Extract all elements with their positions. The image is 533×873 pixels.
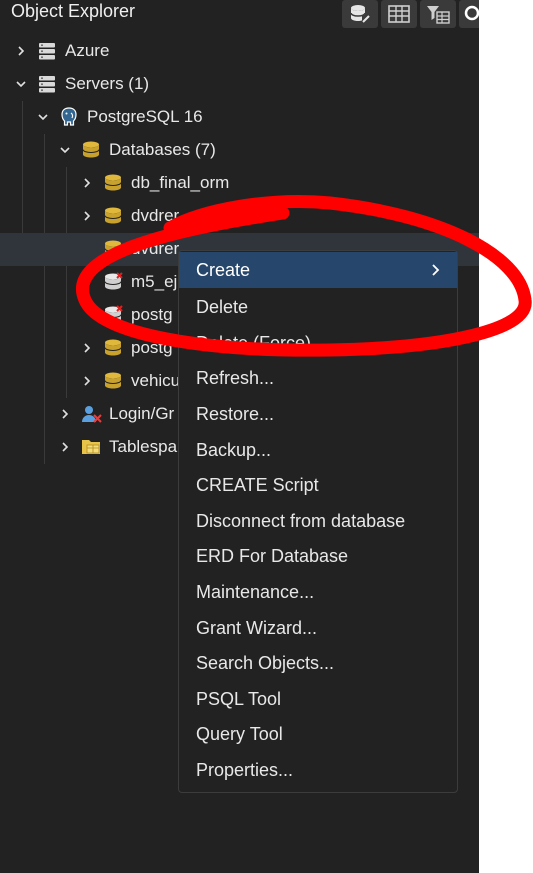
postgres-elephant-icon (59, 107, 79, 127)
menu-item-label: Query Tool (196, 724, 283, 744)
menu-item-query-tool[interactable]: Query Tool (179, 716, 457, 752)
database-icon (103, 371, 123, 391)
menu-item-grant-wizard[interactable]: Grant Wizard... (179, 610, 457, 646)
menu-item-label: ERD For Database (196, 546, 349, 566)
tree-node-label: Servers (1) (65, 74, 150, 93)
tablespaces-folder-icon (81, 437, 101, 457)
tree-node-label: Azure (65, 41, 110, 60)
login-group-roles-icon (81, 404, 102, 424)
database-disconnected-icon (103, 305, 123, 325)
menu-item-psql-tool[interactable]: PSQL Tool (179, 681, 457, 717)
search-icon (464, 5, 479, 21)
tree-node-databases[interactable]: Databases (7) (0, 134, 479, 167)
tree-node-label: PostgreSQL 16 (87, 107, 203, 126)
database-icon (103, 173, 123, 193)
menu-item-backup[interactable]: Backup... (179, 432, 457, 468)
database-icon (103, 206, 123, 226)
server-group-icon (37, 41, 57, 61)
chevron-down-icon[interactable] (38, 112, 48, 122)
menu-item-delete-force[interactable]: Delete (Force) (179, 325, 457, 361)
menu-item-label: Restore... (196, 404, 275, 424)
menu-item-disconnect[interactable]: Disconnect from database (179, 503, 457, 539)
chevron-right-icon[interactable] (82, 376, 92, 386)
menu-item-label: Delete (Force) (196, 333, 312, 353)
chevron-right-icon[interactable] (82, 343, 92, 353)
chevron-right-icon[interactable] (16, 46, 26, 56)
tree-node-label: vehicu (131, 371, 181, 390)
chevron-right-icon[interactable] (60, 442, 70, 452)
menu-item-label: Delete (196, 297, 249, 317)
chevron-down-icon[interactable] (60, 145, 70, 155)
menu-item-create[interactable]: Create (179, 252, 457, 288)
menu-item-label: Grant Wizard... (196, 618, 318, 638)
tree-node-postgresql-16[interactable]: PostgreSQL 16 (0, 101, 479, 134)
tree-node-label: Databases (7) (109, 140, 216, 159)
object-explorer-panel: Object Explorer Azure Servers (1) Postgr… (0, 0, 479, 873)
tree-node-label: m5_ej (131, 272, 178, 291)
panel-header: Object Explorer (0, 0, 479, 28)
menu-item-maintenance[interactable]: Maintenance... (179, 574, 457, 610)
chevron-down-icon[interactable] (16, 79, 26, 89)
menu-item-properties[interactable]: Properties... (179, 752, 457, 788)
database-icon (103, 338, 123, 358)
filtered-rows-button[interactable] (420, 0, 456, 28)
menu-item-label: PSQL Tool (196, 689, 282, 709)
tree-node-servers[interactable]: Servers (1) (0, 68, 479, 101)
chevron-right-icon[interactable] (60, 409, 70, 419)
tree-node-label: postg (131, 338, 173, 357)
database-stack-icon (350, 5, 370, 23)
tree-node-label: Login/Gr (109, 404, 175, 423)
menu-item-restore[interactable]: Restore... (179, 396, 457, 432)
chevron-right-icon[interactable] (82, 178, 92, 188)
menu-item-label: Maintenance... (196, 582, 315, 602)
filtered-rows-icon (427, 6, 450, 24)
tree-node-label: dvdrer (131, 239, 180, 258)
chevron-right-icon[interactable] (82, 277, 92, 287)
tree-node-azure[interactable]: Azure (0, 35, 479, 68)
database-disconnected-icon (103, 272, 123, 292)
view-data-button[interactable] (381, 0, 417, 28)
tree-node-label: dvdrer (131, 206, 180, 225)
context-menu: Create Delete Delete (Force) Refresh... … (178, 250, 458, 793)
menu-item-refresh[interactable]: Refresh... (179, 360, 457, 396)
databases-icon (81, 140, 101, 160)
query-tool-button[interactable] (342, 0, 378, 28)
table-grid-icon (388, 5, 410, 23)
search-button[interactable] (459, 0, 479, 28)
menu-item-label: Refresh... (196, 368, 275, 388)
database-icon (103, 239, 123, 259)
tree-node-label: postg (131, 305, 173, 324)
menu-item-label: Backup... (196, 440, 272, 460)
chevron-right-icon[interactable] (82, 211, 92, 221)
tree-node-label: db_final_orm (131, 173, 230, 192)
menu-item-erd[interactable]: ERD For Database (179, 538, 457, 574)
menu-item-delete[interactable]: Delete (179, 289, 457, 325)
menu-item-label: Disconnect from database (196, 511, 406, 531)
menu-item-label: Create (196, 260, 251, 280)
menu-item-search-objects[interactable]: Search Objects... (179, 645, 457, 681)
menu-item-label: Properties... (196, 760, 294, 780)
server-group-icon (37, 74, 57, 94)
tree-node-label: Tablespa (109, 437, 178, 456)
menu-item-create-script[interactable]: CREATE Script (179, 467, 457, 503)
menu-item-label: CREATE Script (196, 475, 319, 495)
panel-title: Object Explorer (11, 1, 136, 21)
tree-node-database[interactable]: dvdrer (0, 200, 479, 233)
menu-item-label: Search Objects... (196, 653, 335, 673)
chevron-right-icon (432, 264, 440, 276)
tree-node-database[interactable]: db_final_orm (0, 167, 479, 200)
